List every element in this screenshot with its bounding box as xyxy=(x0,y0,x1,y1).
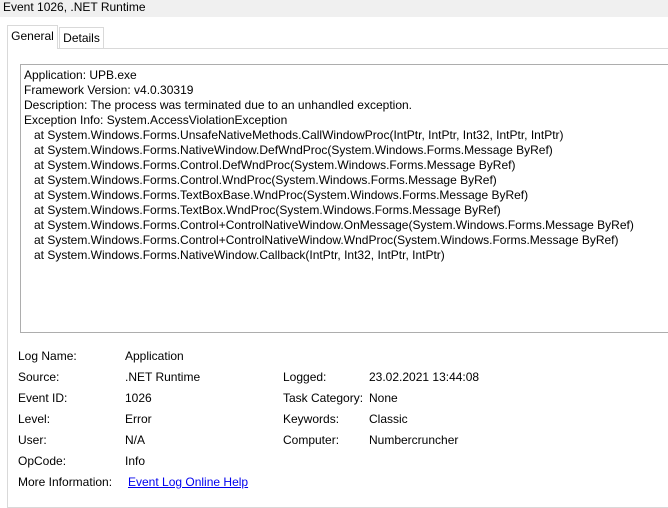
task-category-value[interactable]: None xyxy=(369,391,398,406)
user-value[interactable]: N/A xyxy=(125,433,145,448)
level-value[interactable]: Error xyxy=(125,412,152,427)
description-line: at System.Windows.Forms.NativeWindow.Def… xyxy=(24,143,553,157)
description-line: at System.Windows.Forms.NativeWindow.Cal… xyxy=(24,248,445,262)
opcode-value[interactable]: Info xyxy=(125,454,145,469)
computer-value[interactable]: Numbercruncher xyxy=(369,433,458,448)
description-line: at System.Windows.Forms.UnsafeNativeMeth… xyxy=(24,128,564,142)
logged-label: Logged: xyxy=(283,370,327,384)
user-label: User: xyxy=(18,433,47,447)
logged-value[interactable]: 23.02.2021 13:44:08 xyxy=(369,370,479,385)
description-line: at System.Windows.Forms.Control.WndProc(… xyxy=(24,173,497,187)
source-label: Source: xyxy=(18,370,60,384)
log-name-label: Log Name: xyxy=(18,349,77,363)
tab-details[interactable]: Details xyxy=(59,27,104,48)
description-line: Exception Info: System.AccessViolationEx… xyxy=(24,113,288,127)
description-line: at System.Windows.Forms.Control+ControlN… xyxy=(24,218,634,232)
description-line: at System.Windows.Forms.TextBox.WndProc(… xyxy=(24,203,501,217)
event-description-box[interactable]: Application: UPB.exe Framework Version: … xyxy=(20,64,668,333)
keywords-label: Keywords: xyxy=(283,412,340,426)
level-label: Level: xyxy=(18,412,51,426)
window-title-bar: Event 1026, .NET Runtime xyxy=(0,0,668,18)
description-line: Framework Version: v4.0.30319 xyxy=(24,83,194,97)
tab-general[interactable]: General xyxy=(7,25,58,49)
log-name-value[interactable]: Application xyxy=(125,349,184,364)
event-id-label: Event ID: xyxy=(18,391,68,405)
task-category-label: Task Category: xyxy=(283,391,364,405)
description-line: Description: The process was terminated … xyxy=(24,98,413,112)
event-log-online-help-link[interactable]: Event Log Online Help xyxy=(128,475,248,490)
more-information-label: More Information: xyxy=(18,475,113,489)
description-line: at System.Windows.Forms.Control+ControlN… xyxy=(24,233,619,247)
computer-label: Computer: xyxy=(283,433,340,447)
opcode-label: OpCode: xyxy=(18,454,67,468)
window-title: Event 1026, .NET Runtime xyxy=(3,0,146,14)
description-line: at System.Windows.Forms.TextBoxBase.WndP… xyxy=(24,188,529,202)
event-id-value[interactable]: 1026 xyxy=(125,391,152,406)
description-line: at System.Windows.Forms.Control.DefWndPr… xyxy=(24,158,516,172)
description-line: Application: UPB.exe xyxy=(24,68,137,82)
source-value[interactable]: .NET Runtime xyxy=(125,370,200,385)
tab-strip: General Details xyxy=(0,17,668,49)
keywords-value[interactable]: Classic xyxy=(369,412,408,427)
